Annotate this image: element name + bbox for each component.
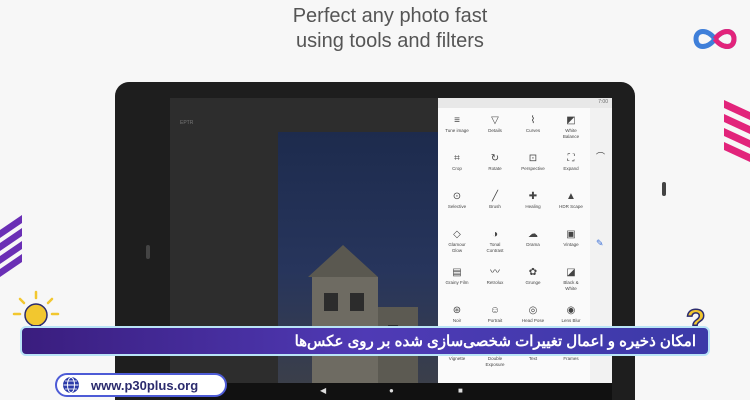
tool-label: Curves: [525, 128, 541, 133]
tool-icon: ◉: [566, 305, 576, 316]
photo-label: EPTR: [180, 120, 194, 126]
tool-icon: ⌇: [530, 115, 536, 126]
tool-selective[interactable]: ⊙ Selective: [438, 190, 476, 220]
tool-label: Vintage: [563, 242, 579, 247]
tool-label: Head Pose: [521, 318, 545, 323]
tool-icon: ☺: [489, 305, 501, 316]
tool-label: HDR Scape: [559, 204, 583, 209]
tool-rotate[interactable]: ↻ Rotate: [476, 152, 514, 182]
tool-label: Double Exposure: [485, 356, 505, 367]
tool-icon: ▣: [566, 229, 576, 240]
tool-label: Healing: [525, 204, 541, 209]
tool-label: Lens Blur: [561, 318, 581, 323]
tool-icon: ▤: [452, 267, 462, 278]
tool-label: Frames: [563, 356, 579, 361]
tool-label: Vignette: [448, 356, 466, 361]
tool-icon: 〰: [490, 267, 500, 278]
tool-icon: ╱: [491, 191, 499, 202]
tool-label: Drama: [526, 242, 540, 247]
tool-label: Retrolux: [486, 280, 504, 285]
tool-icon: ◇: [453, 229, 461, 240]
globe-icon: [63, 377, 79, 393]
tool-icon: ◪: [566, 267, 576, 278]
tool-icon: ⛶: [567, 153, 575, 164]
tool-perspective[interactable]: ⊡ Perspective: [514, 152, 552, 182]
edit-pencil-icon[interactable]: ✎: [596, 238, 604, 249]
home-icon[interactable]: ●: [389, 386, 394, 395]
tool-label: Selective: [447, 204, 467, 209]
tool-icon: ☁: [528, 229, 538, 240]
android-nav-bar: ◀ ● ■: [170, 383, 612, 400]
infinity-logo-icon: [693, 29, 737, 49]
tool-label: Perspective: [521, 166, 545, 171]
website-url: www.p30plus.org: [91, 378, 199, 393]
tool-retrolux[interactable]: 〰 Retrolux: [476, 266, 514, 296]
tool-details[interactable]: ▽ Details: [476, 114, 514, 144]
tool-drama[interactable]: ☁ Drama: [514, 228, 552, 258]
back-icon[interactable]: ◀: [320, 386, 326, 395]
tool-label: White Balance: [562, 128, 580, 139]
tool-icon: ◩: [566, 115, 576, 126]
tool-icon: ⌗: [454, 153, 460, 164]
tool-icon: ⊡: [528, 153, 538, 164]
status-time: 7:00: [598, 99, 608, 105]
tool-label: Brush: [489, 204, 501, 209]
left-stripes-decoration: [0, 215, 22, 277]
tool-label: Crop: [452, 166, 462, 171]
tool-crop[interactable]: ⌗ Crop: [438, 152, 476, 182]
tool-icon: ◑: [491, 229, 499, 240]
tool-hdr-scape[interactable]: ▲ HDR Scape: [552, 190, 590, 220]
tablet-side-button: [662, 182, 666, 196]
tablet-camera: [146, 245, 150, 259]
tool-tune-image[interactable]: ≡ Tune image: [438, 114, 476, 144]
status-bar: 7:00: [438, 98, 612, 108]
tool-expand[interactable]: ⛶ Expand: [552, 152, 590, 182]
banner-text: امکان ذخیره و اعمال تغییرات شخصی‌سازی شد…: [294, 333, 696, 350]
tool-black-white[interactable]: ◪ Black & White: [552, 266, 590, 296]
looks-icon[interactable]: ⌒: [596, 150, 605, 163]
tool-label: Portrait: [487, 318, 503, 323]
headline-line-2: using tools and filters: [296, 30, 484, 52]
tool-label: Details: [488, 128, 502, 133]
tool-icon: ✚: [528, 191, 538, 202]
house-image: [308, 245, 418, 384]
tool-icon: ⊙: [452, 191, 462, 202]
tool-grunge[interactable]: ✿ Grunge: [514, 266, 552, 296]
tool-label: Grainy Film: [445, 280, 469, 285]
promo-banner: امکان ذخیره و اعمال تغییرات شخصی‌سازی شد…: [20, 326, 710, 356]
tool-icon: ▽: [491, 115, 499, 126]
tool-icon: ▲: [566, 191, 576, 202]
tool-icon: ⊛: [452, 305, 462, 316]
tool-curves[interactable]: ⌇ Curves: [514, 114, 552, 144]
tool-label: Noir: [452, 318, 462, 323]
tool-icon: ≡: [454, 115, 460, 126]
tool-label: Expand: [563, 166, 579, 171]
tool-tonal-contrast[interactable]: ◑ Tonal Contrast: [476, 228, 514, 258]
tool-label: Black & White: [563, 280, 579, 291]
headline: Perfect any photo fast using tools and f…: [0, 4, 750, 54]
right-stripes-decoration: [724, 100, 750, 162]
tool-healing[interactable]: ✚ Healing: [514, 190, 552, 220]
tool-vintage[interactable]: ▣ Vintage: [552, 228, 590, 258]
website-link[interactable]: www.p30plus.org: [55, 373, 227, 397]
tool-icon: ◎: [528, 305, 538, 316]
tool-icon: ✿: [528, 267, 538, 278]
tool-brush[interactable]: ╱ Brush: [476, 190, 514, 220]
headline-line-1: Perfect any photo fast: [292, 5, 488, 27]
tool-icon: ↻: [490, 153, 500, 164]
tool-label: Glamour Glow: [448, 242, 466, 253]
tool-label: Text: [528, 356, 538, 361]
tool-white-balance[interactable]: ◩ White Balance: [552, 114, 590, 144]
tool-grainy-film[interactable]: ▤ Grainy Film: [438, 266, 476, 296]
tool-label: Tune image: [445, 128, 469, 133]
tool-label: Rotate: [488, 166, 502, 171]
tool-label: Tonal Contrast: [486, 242, 504, 253]
tool-glamour-glow[interactable]: ◇ Glamour Glow: [438, 228, 476, 258]
recents-icon[interactable]: ■: [458, 386, 463, 395]
tool-label: Grunge: [525, 280, 541, 285]
